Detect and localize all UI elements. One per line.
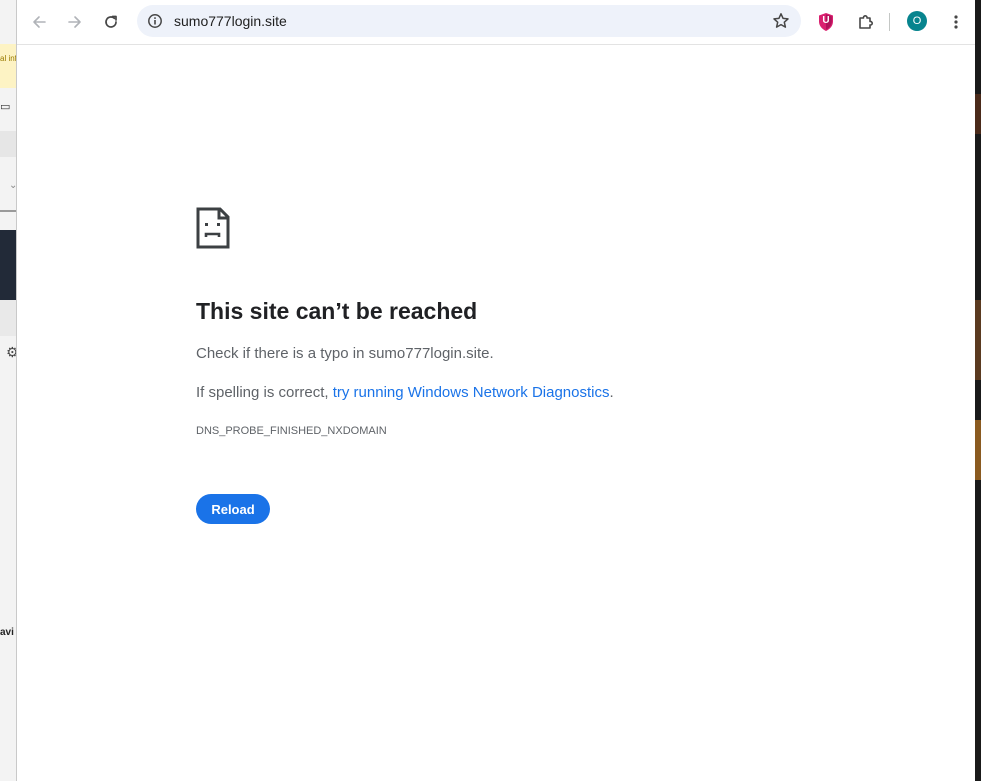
error-code: DNS_PROBE_FINISHED_NXDOMAIN [196,425,387,437]
chevron-down-icon: ⌄ [9,180,16,191]
diagnostics-suffix: . [609,384,614,401]
kebab-menu-icon [954,15,958,29]
forward-button[interactable] [61,8,89,36]
background-banner: al inf [0,44,16,88]
error-title: This site can’t be reached [196,298,478,324]
back-arrow-icon [33,16,46,28]
reload-icon [105,15,117,28]
diagnostics-prefix: If spelling is correct, [196,384,333,401]
error-typo-hint: Check if there is a typo in sumo777login… [196,345,494,362]
background-row [0,131,16,157]
back-button[interactable] [25,8,53,36]
browser-menu-button[interactable] [942,8,970,36]
info-icon[interactable] [145,11,165,31]
extension-badge-text: U [822,15,830,26]
desktop-fragment [974,420,981,480]
star-icon[interactable] [771,11,791,31]
reload-button[interactable] [97,8,125,36]
desktop-fragment [974,94,981,134]
browser-window: sumo777login.site U O This site can’t be… [16,0,975,781]
address-bar[interactable]: sumo777login.site [137,5,801,37]
background-thumbnail [0,230,16,300]
video-camera-icon: ▭ [0,101,11,113]
forward-arrow-icon [68,16,81,28]
browser-toolbar: sumo777login.site U O [17,0,975,45]
desktop-fragment [974,300,981,380]
shield-extension-icon[interactable]: U [817,12,835,32]
background-desktop [974,0,981,781]
toolbar-separator [889,13,890,31]
sad-page-icon [196,207,230,249]
background-row [0,300,16,336]
reload-page-button[interactable]: Reload [196,494,270,524]
error-diagnostics-hint: If spelling is correct, try running Wind… [196,384,614,401]
puzzle-icon [859,15,873,29]
address-bar-url[interactable]: sumo777login.site [174,13,287,29]
background-divider [0,210,16,212]
background-banner-text: al inf [0,54,16,63]
background-window: al inf ▭ ⌄ ⚙ avi [0,0,16,781]
gear-icon: ⚙ [6,344,16,360]
profile-avatar[interactable]: O [907,11,927,31]
background-text: avi [0,627,14,638]
network-diagnostics-link[interactable]: try running Windows Network Diagnostics [333,384,610,401]
extensions-button[interactable] [852,8,880,36]
